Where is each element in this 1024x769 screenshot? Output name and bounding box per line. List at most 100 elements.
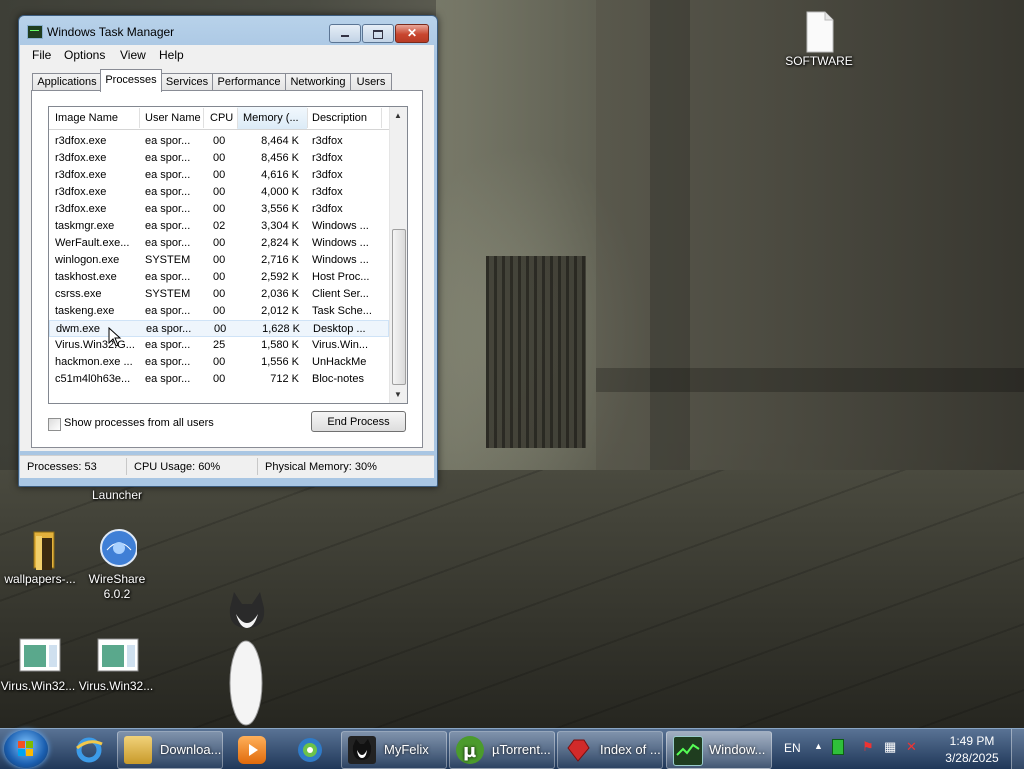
show-hidden-icons-icon[interactable]: ▲	[814, 741, 823, 751]
column-separator[interactable]	[307, 108, 308, 128]
tab-users[interactable]: Users	[350, 73, 392, 91]
process-description: r3dfox	[312, 169, 343, 181]
process-row[interactable]: taskhost.exe ea spor... 00 2,592 K Host Proc…	[49, 269, 389, 286]
menu-options[interactable]: Options	[64, 48, 105, 62]
process-description: Task Sche...	[312, 305, 372, 317]
clock-date[interactable]: 3/28/2025	[936, 751, 1008, 765]
process-cpu: 00	[213, 169, 226, 181]
process-row[interactable]: r3dfox.exe ea spor... 00 3,556 K r3dfox	[49, 201, 389, 218]
scrollbar-thumb[interactable]	[392, 229, 406, 385]
column-separator[interactable]	[381, 108, 382, 128]
taskbar-pinned-ie[interactable]	[62, 731, 116, 769]
tab-services[interactable]: Services	[161, 73, 213, 91]
process-row[interactable]: r3dfox.exe ea spor... 00 8,464 K r3dfox	[49, 133, 389, 150]
taskbar-task-utorrent[interactable]: µ µTorrent...	[449, 731, 555, 769]
process-cpu: 00	[213, 305, 226, 317]
process-row[interactable]: winlogon.exe SYSTEM 00 2,716 K Windows ...	[49, 252, 389, 269]
process-row[interactable]: taskmgr.exe ea spor... 02 3,304 K Windows ..…	[49, 218, 389, 235]
process-row[interactable]: dwm.exe ea spor... 00 1,628 K Desktop ...	[49, 320, 389, 337]
process-row[interactable]: r3dfox.exe ea spor... 00 4,000 K r3dfox	[49, 184, 389, 201]
taskbar-task-downloads[interactable]: Downloa...	[117, 731, 223, 769]
process-row[interactable]: taskeng.exe ea spor... 00 2,012 K Task Sche.…	[49, 303, 389, 320]
column-cpu[interactable]: CPU	[210, 112, 233, 124]
show-all-processes-checkbox[interactable]	[48, 418, 61, 431]
document-icon	[799, 10, 839, 54]
minimize-button[interactable]	[329, 24, 361, 43]
process-row[interactable]: hackmon.exe ... ea spor... 00 1,556 K UnHack…	[49, 354, 389, 371]
column-user-name[interactable]: User Name	[145, 112, 201, 124]
taskbar-task-index-of[interactable]: Index of ...	[557, 731, 663, 769]
tray-green-icon[interactable]	[832, 739, 844, 755]
clock-time[interactable]: 1:49 PM	[944, 734, 1000, 748]
process-description: Windows ...	[312, 220, 369, 232]
process-cpu: 00	[213, 288, 226, 300]
process-row[interactable]: csrss.exe SYSTEM 00 2,036 K Client Ser...	[49, 286, 389, 303]
language-indicator[interactable]: EN	[784, 741, 801, 755]
process-description: Desktop ...	[313, 323, 366, 335]
tab-applications[interactable]: Applications	[32, 73, 102, 91]
column-memory[interactable]: Memory (...	[243, 112, 299, 124]
start-button[interactable]	[4, 730, 48, 768]
taskbar-task-myfelix[interactable]: MyFelix	[341, 731, 447, 769]
vertical-scrollbar[interactable]: ▲ ▼	[389, 107, 407, 403]
taskbar-task-label: Window...	[709, 742, 766, 757]
process-image-name: r3dfox.exe	[55, 203, 107, 215]
status-divider	[126, 458, 127, 475]
status-physical-memory: Physical Memory: 30%	[265, 461, 377, 473]
taskbar-pinned-browser[interactable]	[283, 731, 337, 769]
column-description[interactable]: Description	[312, 112, 367, 124]
process-row[interactable]: WerFault.exe... ea spor... 00 2,824 K Window…	[49, 235, 389, 252]
volume-muted-icon[interactable]: ✕	[906, 739, 917, 755]
task-manager-window: Windows Task Manager ✕ File Options View…	[18, 15, 438, 487]
process-row[interactable]: r3dfox.exe ea spor... 00 4,616 K r3dfox	[49, 167, 389, 184]
menu-file[interactable]: File	[32, 48, 51, 62]
process-memory: 712 K	[270, 373, 299, 385]
process-description: Windows ...	[312, 237, 369, 249]
column-image-name[interactable]: Image Name	[55, 112, 118, 124]
desktop-icon-label: SOFTWARE	[785, 54, 853, 68]
process-cpu: 02	[213, 220, 226, 232]
desktop-icon-flash-launcher[interactable]: Launcher	[77, 488, 157, 503]
network-icon[interactable]: ▦	[884, 739, 896, 755]
process-row[interactable]: r3dfox.exe ea spor... 00 8,456 K r3dfox	[49, 150, 389, 167]
process-cpu: 00	[213, 135, 226, 147]
menu-view[interactable]: View	[120, 48, 146, 62]
column-separator[interactable]	[139, 108, 140, 128]
process-user-name: ea spor...	[145, 135, 191, 147]
maximize-button[interactable]	[362, 24, 394, 43]
close-icon: ✕	[406, 26, 418, 40]
show-desktop-button[interactable]	[1011, 729, 1024, 769]
process-row[interactable]: c51m4l0h63e... ea spor... 00 712 K Bloc-note…	[49, 371, 389, 388]
process-description: r3dfox	[312, 135, 343, 147]
desktop-icon-wallpapers[interactable]: wallpapers-...	[0, 528, 80, 587]
process-user-name: ea spor...	[145, 169, 191, 181]
scroll-down-icon[interactable]: ▼	[394, 390, 402, 399]
process-description: UnHackMe	[312, 356, 367, 368]
desktop-icon-virus1[interactable]: Virus.Win32...	[0, 635, 78, 694]
tab-processes[interactable]: Processes	[100, 69, 162, 92]
tab-networking[interactable]: Networking	[285, 73, 351, 91]
column-separator[interactable]	[237, 108, 238, 128]
taskbar-task-task-manager[interactable]: Window...	[666, 731, 772, 769]
show-all-processes-label[interactable]: Show processes from all users	[64, 417, 214, 429]
process-cpu: 00	[213, 186, 226, 198]
process-memory: 1,556 K	[261, 356, 299, 368]
process-list[interactable]: Image Name User Name CPU Memory (... Des…	[48, 106, 408, 404]
desktop-icon-virus2[interactable]: Virus.Win32...	[76, 635, 156, 694]
folder-icon	[124, 736, 152, 764]
processes-panel: Image Name User Name CPU Memory (... Des…	[31, 90, 423, 448]
process-row[interactable]: Virus.Win32.G... ea spor... 25 1,580 K Virus…	[49, 337, 389, 354]
desktop-icon-software[interactable]: SOFTWARE	[779, 10, 859, 69]
menu-help[interactable]: Help	[159, 48, 184, 62]
taskbar-pinned-media-player[interactable]	[225, 731, 279, 769]
scroll-up-icon[interactable]: ▲	[394, 111, 402, 120]
close-button[interactable]: ✕	[395, 24, 429, 43]
title-bar[interactable]: Windows Task Manager ✕	[19, 16, 437, 46]
tab-performance[interactable]: Performance	[212, 73, 286, 91]
process-memory: 3,556 K	[261, 203, 299, 215]
desktop-icon-wireshare[interactable]: WireShare 6.0.2	[77, 528, 157, 602]
process-image-name: csrss.exe	[55, 288, 102, 300]
end-process-button[interactable]: End Process	[311, 411, 406, 432]
tray-error-flag-icon[interactable]: ⚑	[862, 739, 874, 755]
column-separator[interactable]	[203, 108, 204, 128]
